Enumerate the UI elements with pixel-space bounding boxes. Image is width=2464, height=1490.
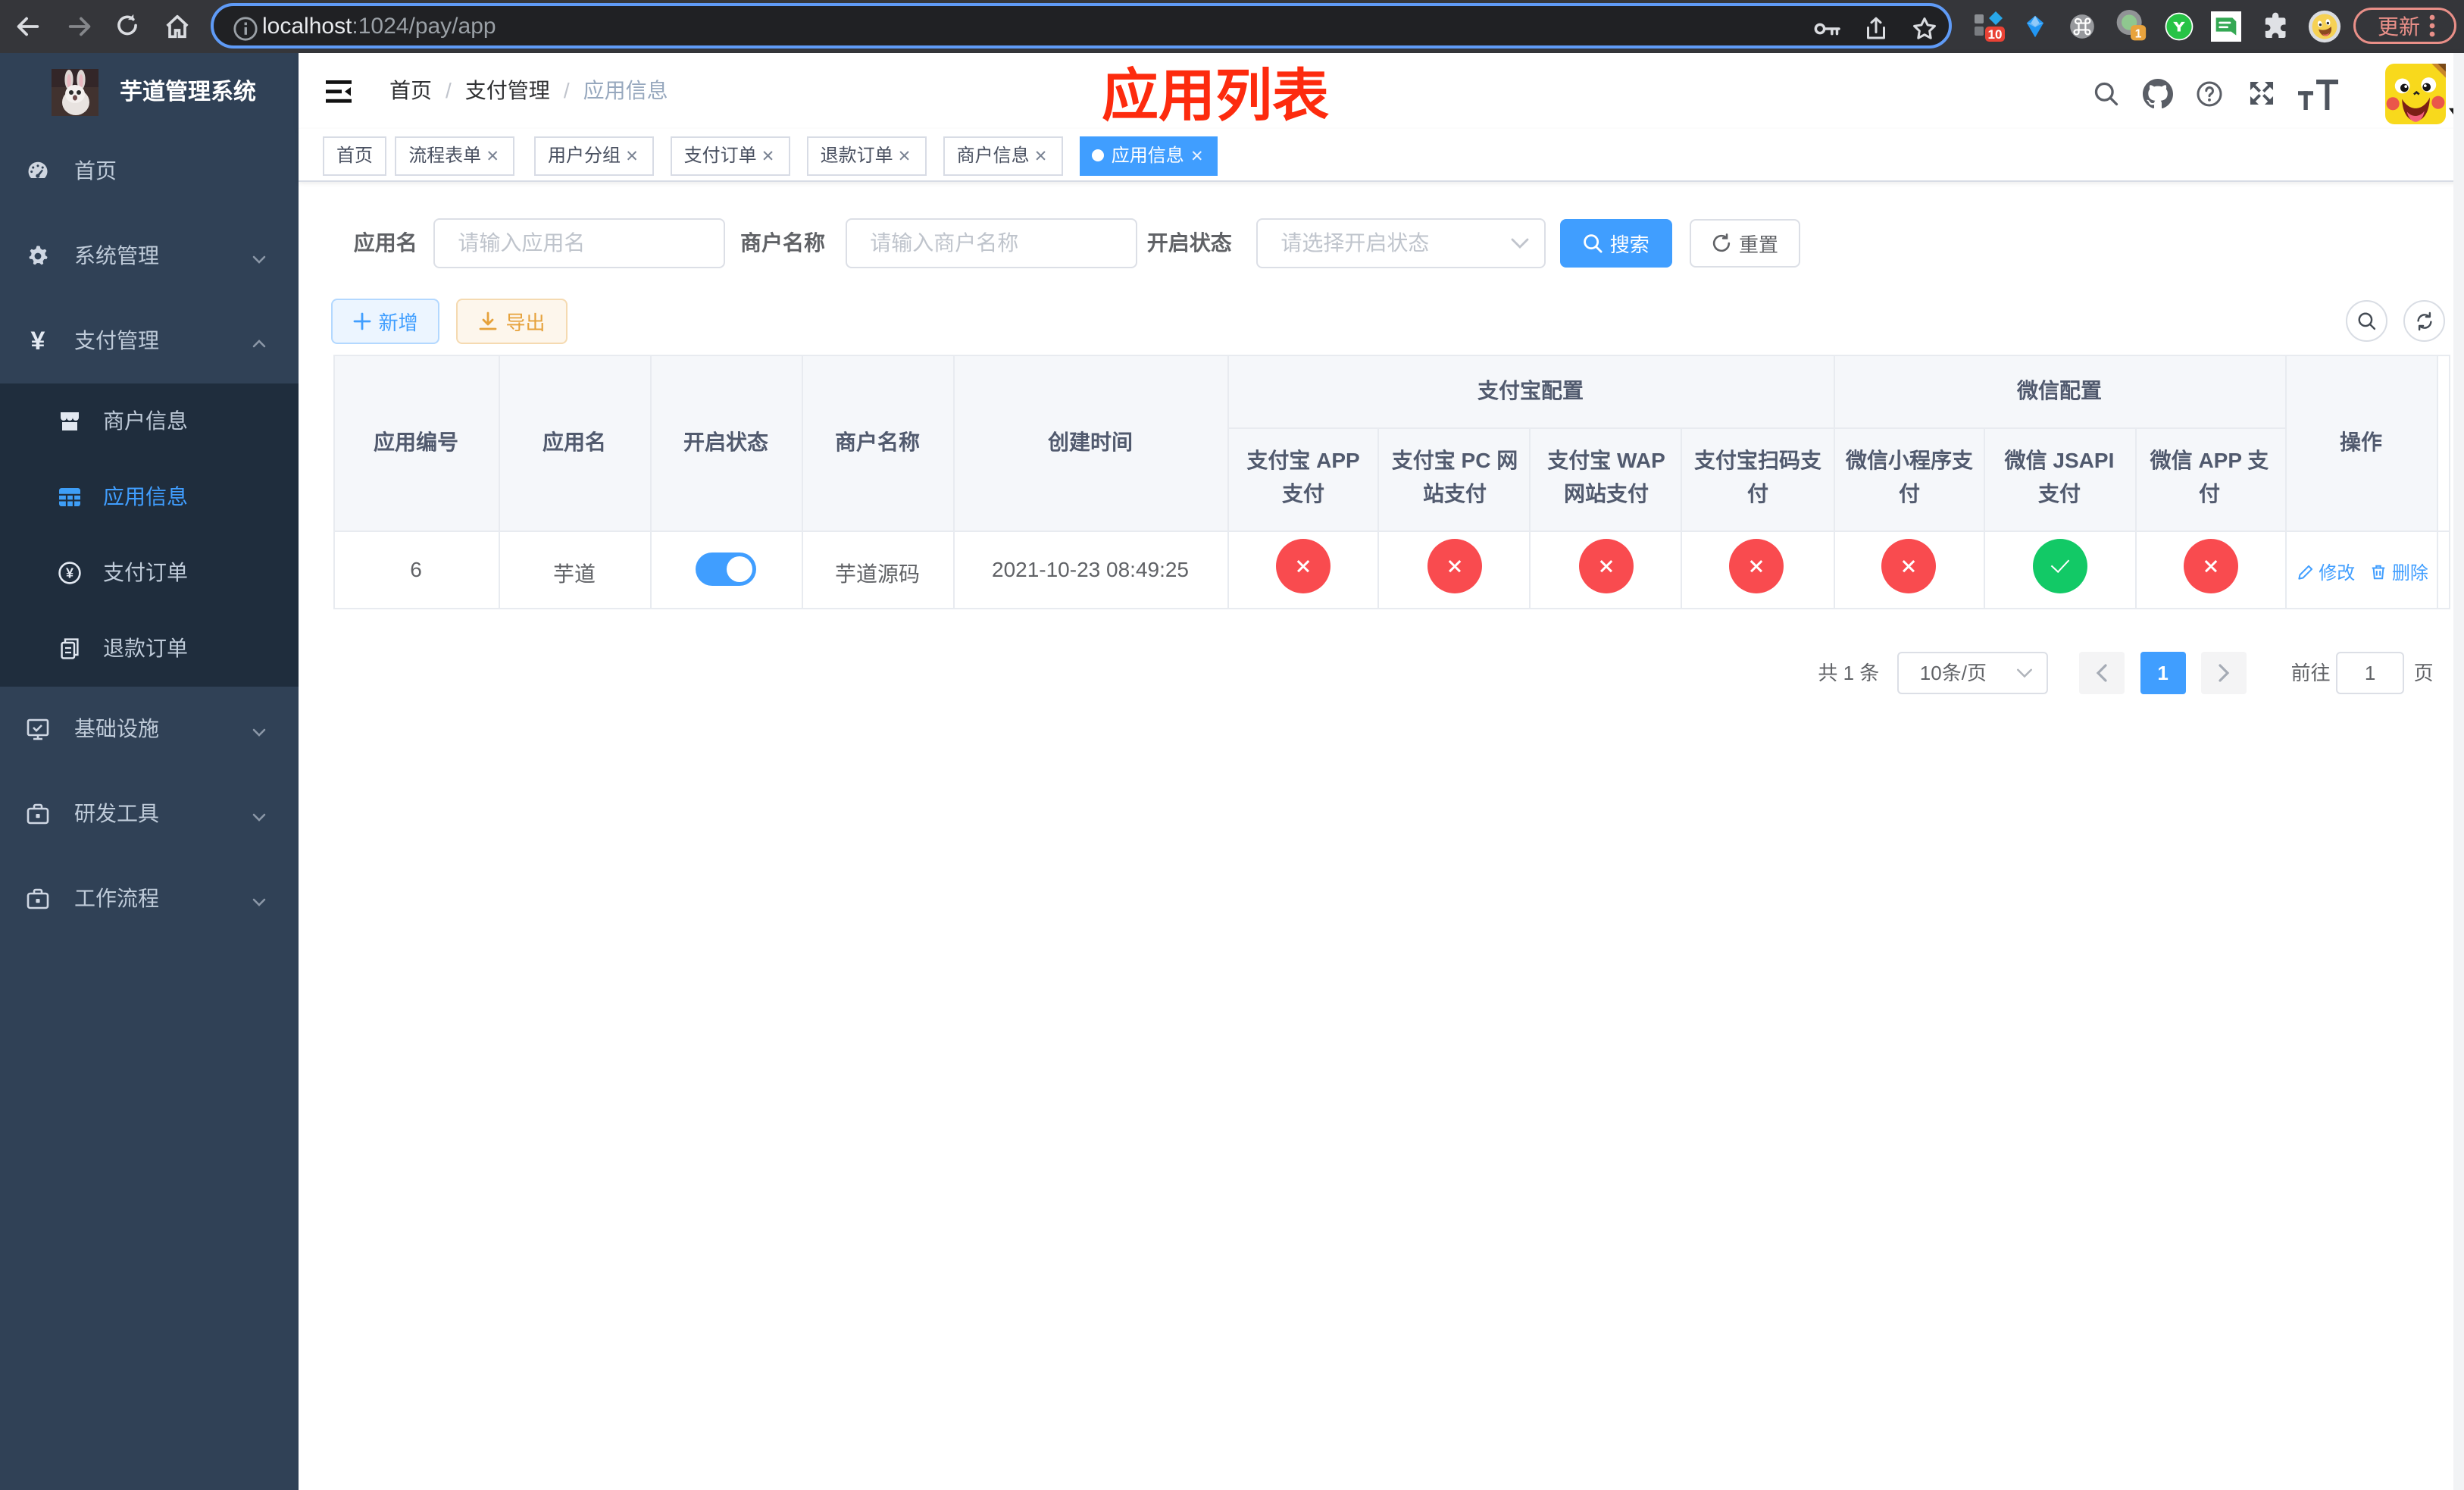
svg-text:10: 10	[1988, 27, 2003, 42]
svg-text:1: 1	[2135, 27, 2142, 40]
svg-text:¥: ¥	[66, 565, 73, 581]
